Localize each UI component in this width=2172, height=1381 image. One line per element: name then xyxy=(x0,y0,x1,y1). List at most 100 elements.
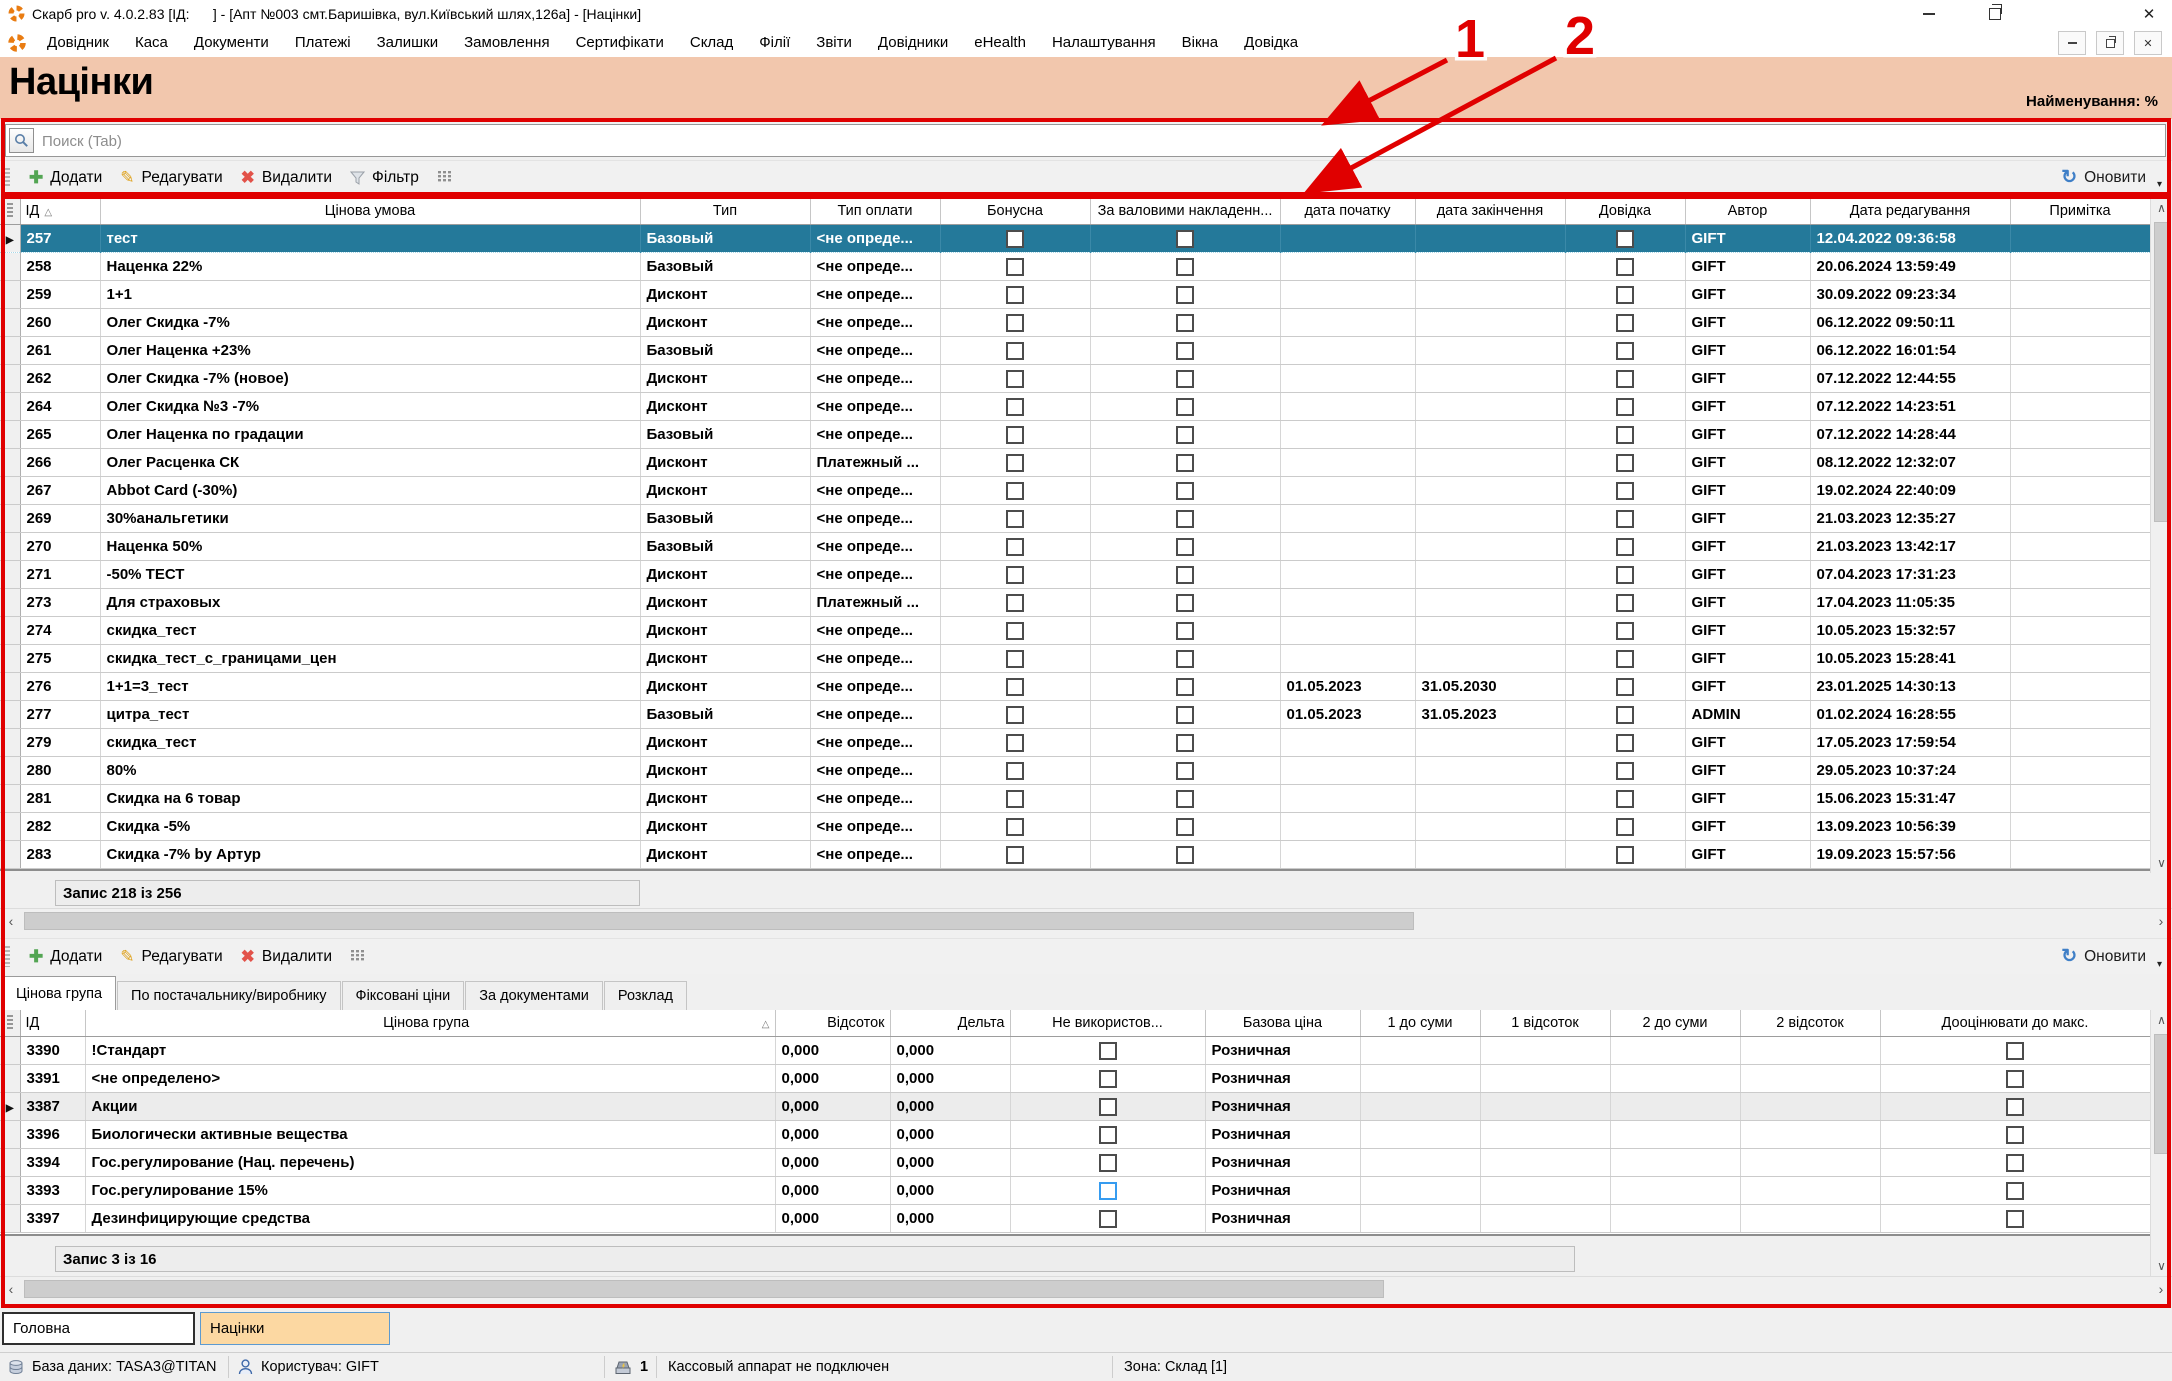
tab-1[interactable]: Цінова група xyxy=(2,976,116,1010)
checkbox[interactable] xyxy=(1616,482,1634,500)
cell-id[interactable]: 261 xyxy=(20,337,100,365)
checkbox[interactable] xyxy=(1006,594,1024,612)
cell-delta[interactable]: 0,000 xyxy=(890,1177,1010,1205)
row-indicator[interactable] xyxy=(0,449,20,477)
cell-unused[interactable] xyxy=(1010,1177,1205,1205)
scrollbar-thumb[interactable] xyxy=(24,912,1414,930)
checkbox[interactable] xyxy=(1006,762,1024,780)
scroll-left-icon[interactable]: ‹ xyxy=(0,1277,22,1301)
cell-type[interactable]: Дисконт xyxy=(640,785,810,813)
checkbox[interactable] xyxy=(1006,258,1024,276)
row-indicator[interactable] xyxy=(0,365,20,393)
table-row[interactable]: 261Олег Наценка +23%Базовый<не опреде...… xyxy=(0,337,2150,365)
cell-name[interactable]: 80% xyxy=(100,757,640,785)
filter-button[interactable]: Фільтр xyxy=(341,166,428,190)
cell-pay[interactable]: <не опреде... xyxy=(810,617,940,645)
cell-start[interactable]: 01.05.2023 xyxy=(1280,701,1415,729)
cell-name[interactable]: Биологически активные вещества xyxy=(85,1121,775,1149)
row-indicator[interactable] xyxy=(0,561,20,589)
cell-pay[interactable]: <не опреде... xyxy=(810,673,940,701)
table-row[interactable]: 260Олег Скидка -7%Дисконт<не опреде...GI… xyxy=(0,309,2150,337)
cell-note[interactable] xyxy=(2010,757,2150,785)
cell-id[interactable]: 3390 xyxy=(20,1037,85,1065)
cell-note[interactable] xyxy=(2010,365,2150,393)
close-icon[interactable]: ✕ xyxy=(2132,0,2166,27)
scrollbar-thumb[interactable] xyxy=(2154,1034,2170,1154)
cell-bonus[interactable] xyxy=(940,337,1090,365)
table-row[interactable]: 258Наценка 22%Базовый<не опреде...GIFT20… xyxy=(0,253,2150,281)
cell-edited[interactable]: 20.06.2024 13:59:49 xyxy=(1810,253,2010,281)
checkbox[interactable] xyxy=(1006,706,1024,724)
cell-type[interactable]: Базовый xyxy=(640,505,810,533)
cell-unused[interactable] xyxy=(1010,1149,1205,1177)
column-chooser-button[interactable] xyxy=(428,167,461,188)
cell-author[interactable]: GIFT xyxy=(1685,589,1810,617)
cell-pct2[interactable] xyxy=(1740,1065,1880,1093)
table-row[interactable]: 271-50% ТЕСТДисконт<не опреде...GIFT07.0… xyxy=(0,561,2150,589)
cell-note[interactable] xyxy=(2010,701,2150,729)
cell-pay[interactable]: <не опреде... xyxy=(810,421,940,449)
cell-edited[interactable]: 06.12.2022 16:01:54 xyxy=(1810,337,2010,365)
cell-end[interactable] xyxy=(1415,253,1565,281)
cell-end[interactable] xyxy=(1415,421,1565,449)
cell-pay[interactable]: <не опреде... xyxy=(810,365,940,393)
table-row[interactable]: 277цитра_тестБазовый<не опреде...01.05.2… xyxy=(0,701,2150,729)
cell-edited[interactable]: 29.05.2023 10:37:24 xyxy=(1810,757,2010,785)
cell-id[interactable]: 3391 xyxy=(20,1065,85,1093)
menu-item-12[interactable]: eHealth xyxy=(961,28,1039,57)
scroll-right-icon[interactable]: › xyxy=(2150,1277,2172,1301)
checkbox[interactable] xyxy=(1176,818,1194,836)
table-row[interactable]: 274скидка_тестДисконт<не опреде...GIFT10… xyxy=(0,617,2150,645)
cell-start[interactable] xyxy=(1280,337,1415,365)
checkbox[interactable] xyxy=(1616,398,1634,416)
cell-name[interactable]: скидка_тест_с_границами_цен xyxy=(100,645,640,673)
cell-sum1[interactable] xyxy=(1360,1205,1480,1233)
cell-type[interactable]: Дисконт xyxy=(640,729,810,757)
checkbox[interactable] xyxy=(2006,1126,2024,1144)
checkbox[interactable] xyxy=(1006,678,1024,696)
cell-sum1[interactable] xyxy=(1360,1065,1480,1093)
menu-item-15[interactable]: Довідка xyxy=(1231,28,1311,57)
column-header[interactable]: Цінова група△ xyxy=(85,1010,775,1037)
cell-start[interactable]: 01.05.2023 xyxy=(1280,673,1415,701)
cell-type[interactable]: Дисконт xyxy=(640,841,810,869)
cell-unused[interactable] xyxy=(1010,1037,1205,1065)
checkbox[interactable] xyxy=(1176,510,1194,528)
cell-bonus[interactable] xyxy=(940,421,1090,449)
cell-author[interactable]: GIFT xyxy=(1685,337,1810,365)
cell-pay[interactable]: <не опреде... xyxy=(810,785,940,813)
cell-note[interactable] xyxy=(2010,617,2150,645)
cell-ref[interactable] xyxy=(1565,673,1685,701)
restore-icon[interactable] xyxy=(1978,0,2012,27)
checkbox[interactable] xyxy=(1176,342,1194,360)
cell-name[interactable]: 30%анальгетики xyxy=(100,505,640,533)
cell-end[interactable] xyxy=(1415,337,1565,365)
checkbox[interactable] xyxy=(1006,650,1024,668)
cell-pay[interactable]: Платежный ... xyxy=(810,589,940,617)
cell-ref[interactable] xyxy=(1565,841,1685,869)
cell-gross[interactable] xyxy=(1090,365,1280,393)
cell-author[interactable]: GIFT xyxy=(1685,253,1810,281)
row-indicator[interactable] xyxy=(0,337,20,365)
cell-ref[interactable] xyxy=(1565,337,1685,365)
cell-gross[interactable] xyxy=(1090,813,1280,841)
cell-pct1[interactable] xyxy=(1480,1149,1610,1177)
grid-menu-icon[interactable] xyxy=(0,1010,20,1037)
table-row[interactable]: ▶257тестБазовый<не опреде...GIFT12.04.20… xyxy=(0,225,2150,253)
cell-edited[interactable]: 15.06.2023 15:31:47 xyxy=(1810,785,2010,813)
cell-edited[interactable]: 17.04.2023 11:05:35 xyxy=(1810,589,2010,617)
add-button[interactable]: ✚Додати xyxy=(20,166,111,190)
cell-name[interactable]: 1+1 xyxy=(100,281,640,309)
row-indicator[interactable] xyxy=(0,785,20,813)
cell-percent[interactable]: 0,000 xyxy=(775,1149,890,1177)
cell-type[interactable]: Дисконт xyxy=(640,561,810,589)
cell-end[interactable] xyxy=(1415,365,1565,393)
checkbox[interactable] xyxy=(1616,594,1634,612)
table-row[interactable]: 28080%Дисконт<не опреде...GIFT29.05.2023… xyxy=(0,757,2150,785)
cell-edited[interactable]: 10.05.2023 15:32:57 xyxy=(1810,617,2010,645)
cell-unused[interactable] xyxy=(1010,1205,1205,1233)
cell-author[interactable]: GIFT xyxy=(1685,505,1810,533)
cell-gross[interactable] xyxy=(1090,533,1280,561)
cell-bonus[interactable] xyxy=(940,645,1090,673)
cell-bonus[interactable] xyxy=(940,505,1090,533)
